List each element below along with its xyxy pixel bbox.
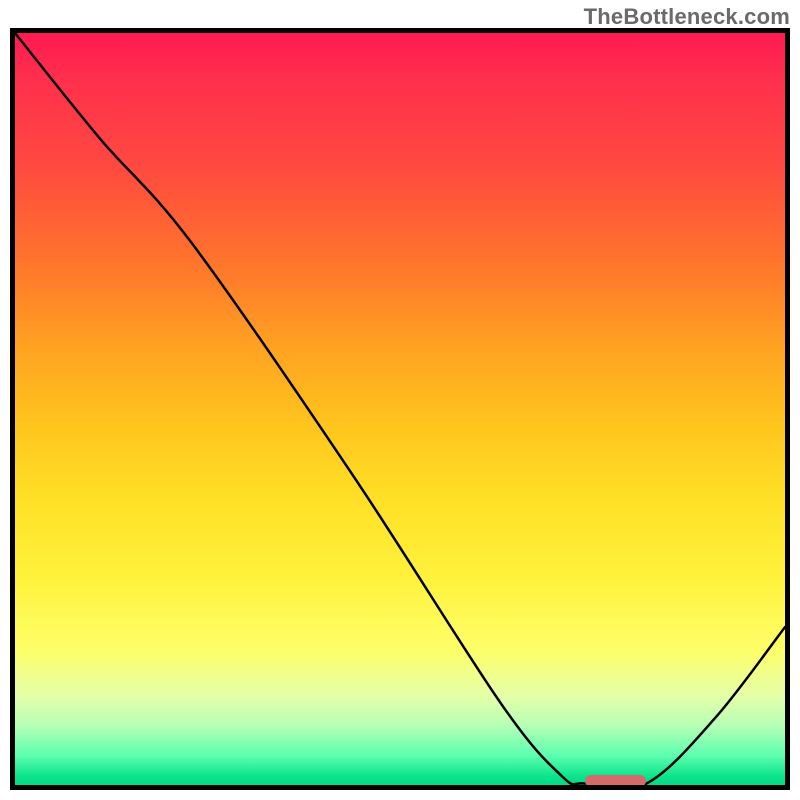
curve-svg	[15, 33, 785, 785]
plot-frame	[10, 28, 790, 790]
watermark-label: TheBottleneck.com	[584, 4, 790, 30]
bottleneck-curve	[15, 33, 785, 785]
plot-area	[15, 33, 785, 785]
optimal-range-marker	[585, 775, 647, 785]
